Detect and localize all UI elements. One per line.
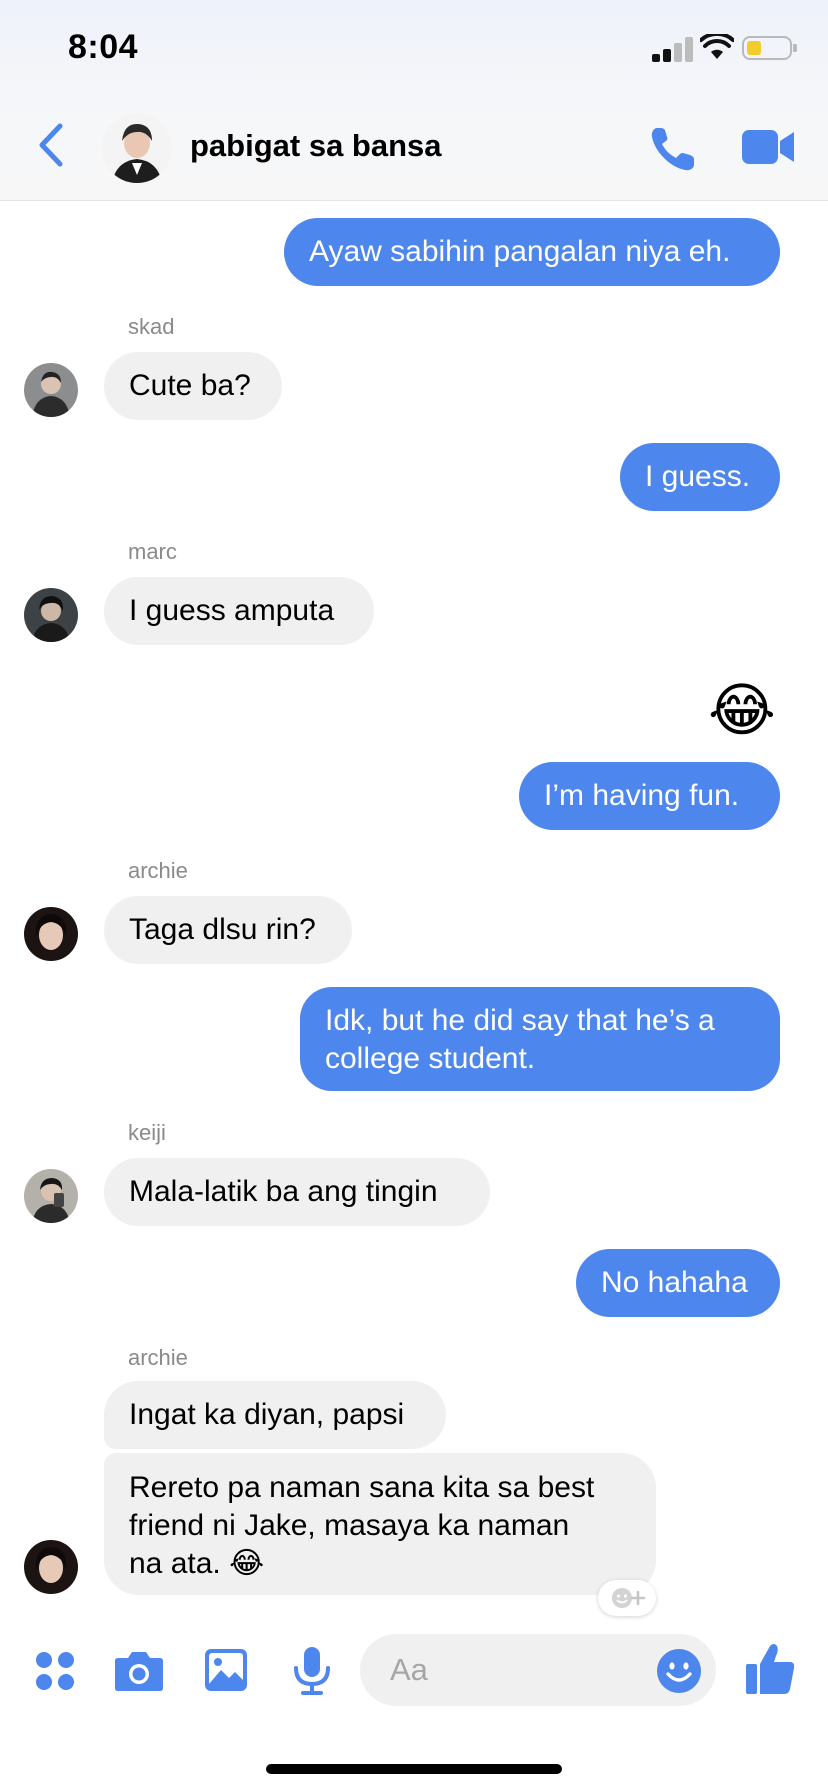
message-line: college student. (325, 1042, 536, 1075)
incoming-message[interactable]: I guess amputa (104, 577, 374, 645)
outgoing-message[interactable]: Idk, but he did say that he’s a college … (300, 987, 780, 1091)
outgoing-message[interactable]: I guess. (620, 443, 780, 511)
incoming-message[interactable]: Taga dlsu rin? (104, 896, 352, 964)
status-time: 8:04 (68, 28, 139, 66)
message-line: na ata. 😂 (129, 1545, 631, 1583)
avatar-skad[interactable] (24, 363, 78, 417)
sender-name: skad (128, 314, 175, 339)
add-reaction-button[interactable] (598, 1580, 656, 1616)
sender-name: keiji (128, 1120, 166, 1145)
outgoing-message[interactable]: Ayaw sabihin pangalan niya eh. (284, 218, 780, 286)
add-reaction-icon (612, 1588, 646, 1608)
avatar-archie[interactable] (24, 907, 78, 961)
incoming-message[interactable]: Rereto pa naman sana kita sa best friend… (104, 1453, 656, 1595)
incoming-message[interactable]: Cute ba? (104, 352, 282, 420)
sender-name: archie (128, 858, 188, 883)
top-bar: 8:04 pabigat sa bansa (0, 0, 828, 201)
message-line-text: na ata. (129, 1547, 221, 1580)
signal-icon (652, 36, 693, 62)
emoji-picker-icon[interactable] (656, 1648, 702, 1694)
sender-name: marc (128, 539, 177, 564)
laughing-emoji: 😂 (229, 1547, 265, 1580)
message-line: Rereto pa naman sana kita sa best (129, 1471, 595, 1504)
message-line: Idk, but he did say that he’s a (325, 1004, 715, 1037)
chat-title[interactable]: pabigat sa bansa (190, 128, 442, 164)
outgoing-message[interactable]: I’m having fun. (519, 762, 780, 830)
emoji-message[interactable]: 😂 (708, 680, 776, 742)
wifi-icon (700, 34, 734, 59)
apps-grid-icon[interactable] (34, 1650, 76, 1692)
video-camera-icon[interactable] (742, 128, 796, 166)
avatar-archie[interactable] (24, 1540, 78, 1594)
avatar-marc[interactable] (24, 588, 78, 642)
message-line: friend ni Jake, masaya ka naman (129, 1509, 570, 1542)
back-chevron-icon[interactable] (34, 122, 66, 168)
sender-name: archie (128, 1345, 188, 1370)
gallery-icon[interactable] (204, 1648, 248, 1692)
incoming-message[interactable]: Ingat ka diyan, papsi (104, 1381, 446, 1449)
camera-icon[interactable] (114, 1650, 164, 1692)
thumbs-up-icon[interactable] (744, 1642, 796, 1696)
microphone-icon[interactable] (292, 1646, 332, 1696)
outgoing-message[interactable]: No hahaha (576, 1249, 780, 1317)
avatar-keiji[interactable] (24, 1169, 78, 1223)
home-indicator (266, 1764, 562, 1774)
battery-icon (742, 36, 797, 60)
group-avatar[interactable] (102, 113, 172, 183)
incoming-message[interactable]: Mala-latik ba ang tingin (104, 1158, 490, 1226)
phone-icon[interactable] (648, 124, 698, 174)
